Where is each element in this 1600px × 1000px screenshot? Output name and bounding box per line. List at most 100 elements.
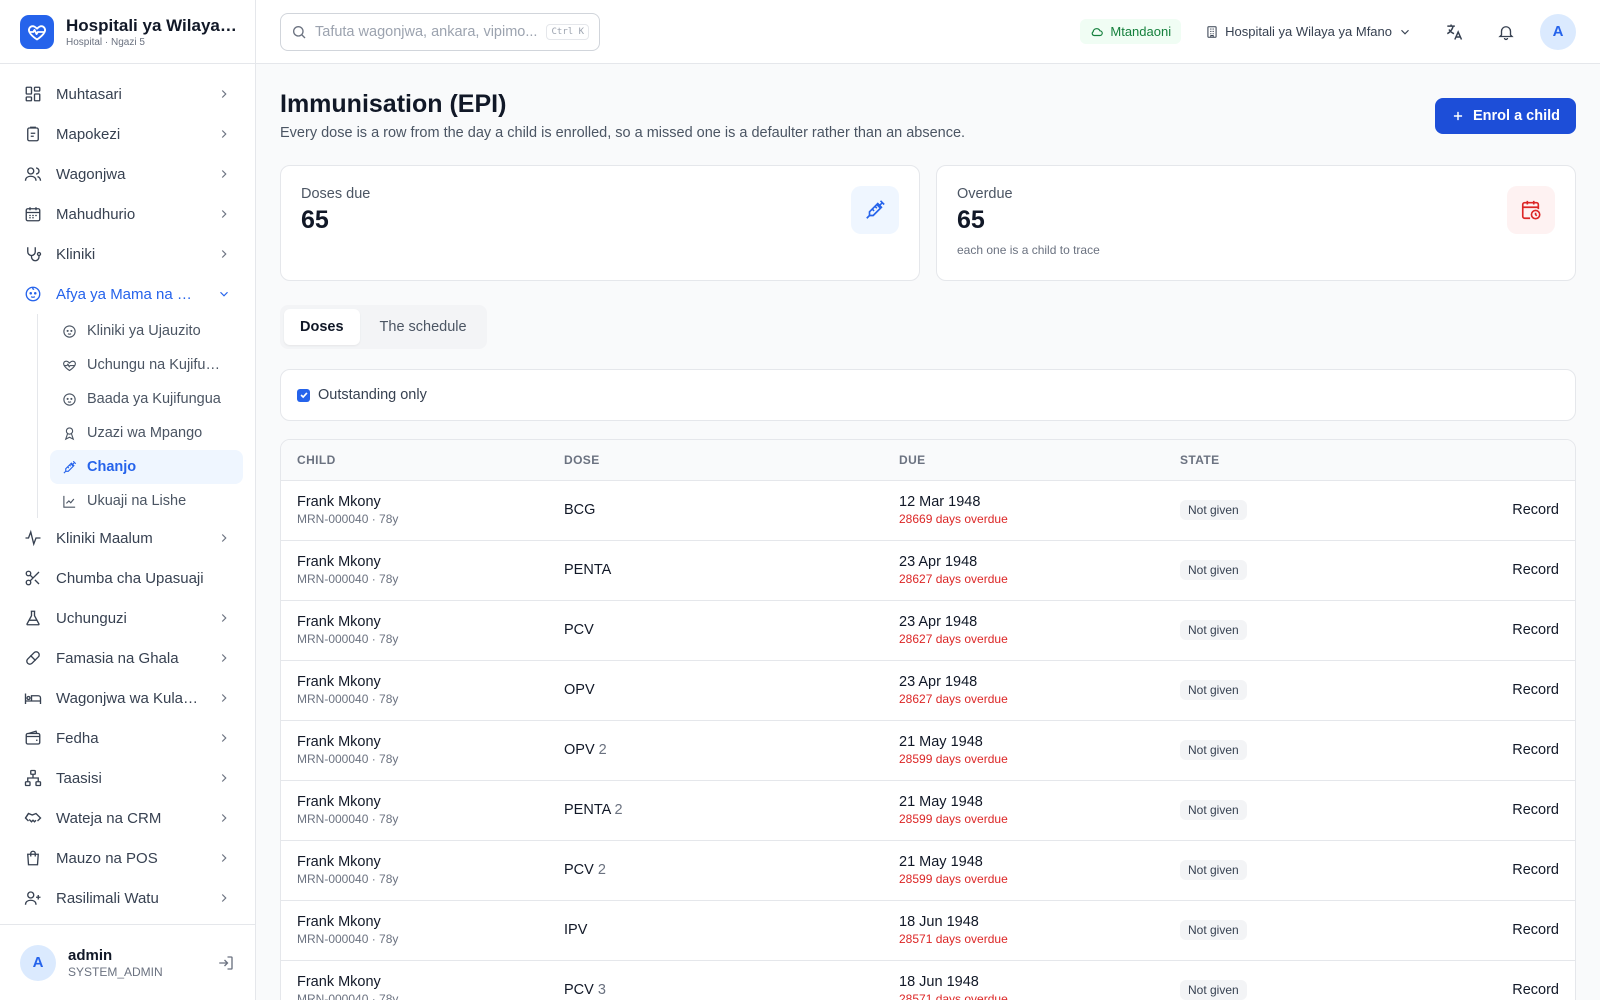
outstanding-checkbox[interactable] — [297, 388, 310, 402]
dose-number: 2 — [597, 862, 606, 878]
tab-schedule[interactable]: The schedule — [364, 309, 483, 345]
dose-cell: PCV 2 — [548, 840, 883, 901]
status-badge: Not given — [1180, 680, 1247, 700]
sidebar-item-label: Famasia na Ghala — [56, 649, 179, 667]
sidebar-item-fedha[interactable]: Fedha — [12, 718, 243, 758]
sidebar-subitem-baada[interactable]: Baada ya Kujifungua — [50, 382, 243, 416]
dose-cell: PCV 3 — [548, 960, 883, 1000]
state-cell: Not given — [1164, 840, 1364, 901]
dose-cell: PCV — [548, 600, 883, 661]
sidebar-item-crm[interactable]: Wateja na CRM — [12, 798, 243, 838]
chevron-right-icon — [221, 854, 227, 862]
sidebar-subitem-label: Uchungu na Kujifungua — [87, 357, 227, 373]
state-cell: Not given — [1164, 900, 1364, 961]
sidebar-subitem-label: Baada ya Kujifungua — [87, 391, 221, 407]
chevron-right-icon — [221, 210, 227, 218]
doses-table: CHILD DOSE DUE STATE Frank Mkony MRN-0000… — [280, 439, 1576, 1000]
sidebar-item-label: Wagonjwa — [56, 165, 126, 183]
avatar[interactable]: A — [1540, 13, 1576, 50]
record-button[interactable]: Record — [1364, 960, 1575, 1000]
sidebar-item-label: Kliniki Maalum — [56, 529, 153, 547]
sidebar-item-mapokezi[interactable]: Mapokezi — [12, 114, 243, 154]
tab-doses[interactable]: Doses — [284, 309, 360, 345]
due-cell: 23 Apr 1948 28627 days overdue — [883, 660, 1164, 721]
notifications-button[interactable] — [1488, 14, 1524, 50]
sidebar-item-kliniki-maalum[interactable]: Kliniki Maalum — [12, 518, 243, 558]
record-button[interactable]: Record — [1364, 900, 1575, 961]
sidebar-subitem-uchungu[interactable]: Uchungu na Kujifungua — [50, 348, 243, 382]
stat-label: Doses due — [301, 186, 371, 202]
dose-cell: PENTA 2 — [548, 780, 883, 841]
child-name[interactable]: Frank Mkony — [297, 734, 532, 750]
avatar[interactable]: A — [20, 944, 56, 981]
search-box[interactable]: Ctrl K — [280, 12, 600, 51]
sidebar: Hospitali ya Wilaya ya Mfano Hospital · … — [0, 0, 256, 1000]
search-icon — [293, 25, 306, 38]
child-name[interactable]: Frank Mkony — [297, 614, 532, 630]
child-cell: Frank Mkony MRN-000040 · 78y — [281, 480, 548, 541]
record-button[interactable]: Record — [1364, 480, 1575, 541]
sidebar-item-kliniki[interactable]: Kliniki — [12, 234, 243, 274]
sidebar-item-wagonjwa[interactable]: Wagonjwa — [12, 154, 243, 194]
outstanding-label[interactable]: Outstanding only — [318, 387, 427, 403]
due-cell: 21 May 1948 28599 days overdue — [883, 840, 1164, 901]
sidebar-item-muhtasari[interactable]: Muhtasari — [12, 74, 243, 114]
sidebar-subitem-lishe[interactable]: Ukuaji na Lishe — [50, 484, 243, 518]
flask-icon — [26, 610, 40, 626]
child-name[interactable]: Frank Mkony — [297, 854, 532, 870]
sidebar-item-rasilimali[interactable]: Rasilimali Watu — [12, 878, 243, 918]
child-cell: Frank Mkony MRN-000040 · 78y — [281, 840, 548, 901]
dose-number: 2 — [614, 802, 623, 818]
cloud-icon — [1092, 27, 1104, 36]
column-header: DOSE — [548, 440, 883, 481]
table-row: Frank Mkony MRN-000040 · 78y OPV 23 Apr 19… — [281, 660, 1575, 721]
record-button[interactable]: Record — [1364, 600, 1575, 661]
sidebar-item-upasuaji[interactable]: Chumba cha Upasuaji — [12, 558, 243, 598]
record-button[interactable]: Record — [1364, 780, 1575, 841]
due-cell: 18 Jun 1948 28571 days overdue — [883, 960, 1164, 1000]
dose-name: OPV — [564, 742, 595, 758]
child-cell: Frank Mkony MRN-000040 · 78y — [281, 600, 548, 661]
dose-cell: PENTA — [548, 540, 883, 601]
child-name[interactable]: Frank Mkony — [297, 674, 532, 690]
dose-cell: IPV — [548, 900, 883, 961]
logout-icon[interactable] — [217, 954, 235, 972]
child-name[interactable]: Frank Mkony — [297, 794, 532, 810]
chevron-down-icon — [220, 291, 228, 297]
search-input[interactable] — [315, 23, 539, 40]
dose-name: PENTA — [564, 562, 612, 578]
sidebar-item-kulazwa[interactable]: Wagonjwa wa Kulazwa — [12, 678, 243, 718]
sidebar-item-afya-ya-mama[interactable]: Afya ya Mama na Mtoto — [12, 274, 243, 314]
sidebar-item-taasisi[interactable]: Taasisi — [12, 758, 243, 798]
translate-button[interactable] — [1436, 14, 1472, 50]
sidebar-item-pos[interactable]: Mauzo na POS — [12, 838, 243, 878]
tabs: Doses The schedule — [280, 305, 487, 349]
child-name[interactable]: Frank Mkony — [297, 914, 532, 930]
record-button[interactable]: Record — [1364, 660, 1575, 721]
sidebar-subnav: Kliniki ya Ujauzito Uchungu na Kujifungu… — [37, 314, 243, 518]
child-name[interactable]: Frank Mkony — [297, 554, 532, 570]
child-name[interactable]: Frank Mkony — [297, 974, 532, 990]
table-row: Frank Mkony MRN-000040 · 78y BCG 12 Mar 19… — [281, 480, 1575, 541]
brand[interactable]: Hospitali ya Wilaya ya Mfano Hospital · … — [0, 0, 255, 64]
child-cell: Frank Mkony MRN-000040 · 78y — [281, 720, 548, 781]
state-cell: Not given — [1164, 960, 1364, 1000]
sidebar-item-famasia[interactable]: Famasia na Ghala — [12, 638, 243, 678]
record-button[interactable]: Record — [1364, 540, 1575, 601]
record-button[interactable]: Record — [1364, 840, 1575, 901]
enrol-child-button[interactable]: Enrol a child — [1434, 98, 1576, 134]
facility-selector[interactable]: Hospitali ya Wilaya ya Mfano — [1197, 24, 1420, 39]
sidebar-subitem-chanjo[interactable]: Chanjo — [50, 450, 243, 484]
sidebar-item-uchunguzi[interactable]: Uchunguzi — [12, 598, 243, 638]
sidebar-item-label: Uchunguzi — [56, 609, 127, 627]
status-badge: Not given — [1180, 800, 1247, 820]
sidebar-item-mahudhurio[interactable]: Mahudhurio — [12, 194, 243, 234]
sidebar-subitem-uzazi[interactable]: Uzazi wa Mpango — [50, 416, 243, 450]
dose-name: PENTA — [564, 802, 611, 818]
record-button[interactable]: Record — [1364, 720, 1575, 781]
scissors-icon — [25, 570, 40, 586]
overdue-text: 28669 days overdue — [899, 512, 1008, 526]
child-name[interactable]: Frank Mkony — [297, 494, 532, 510]
sidebar-subitem-ujauzito[interactable]: Kliniki ya Ujauzito — [50, 314, 243, 348]
table-row: Frank Mkony MRN-000040 · 78y PENTA 2 21 May… — [281, 780, 1575, 841]
